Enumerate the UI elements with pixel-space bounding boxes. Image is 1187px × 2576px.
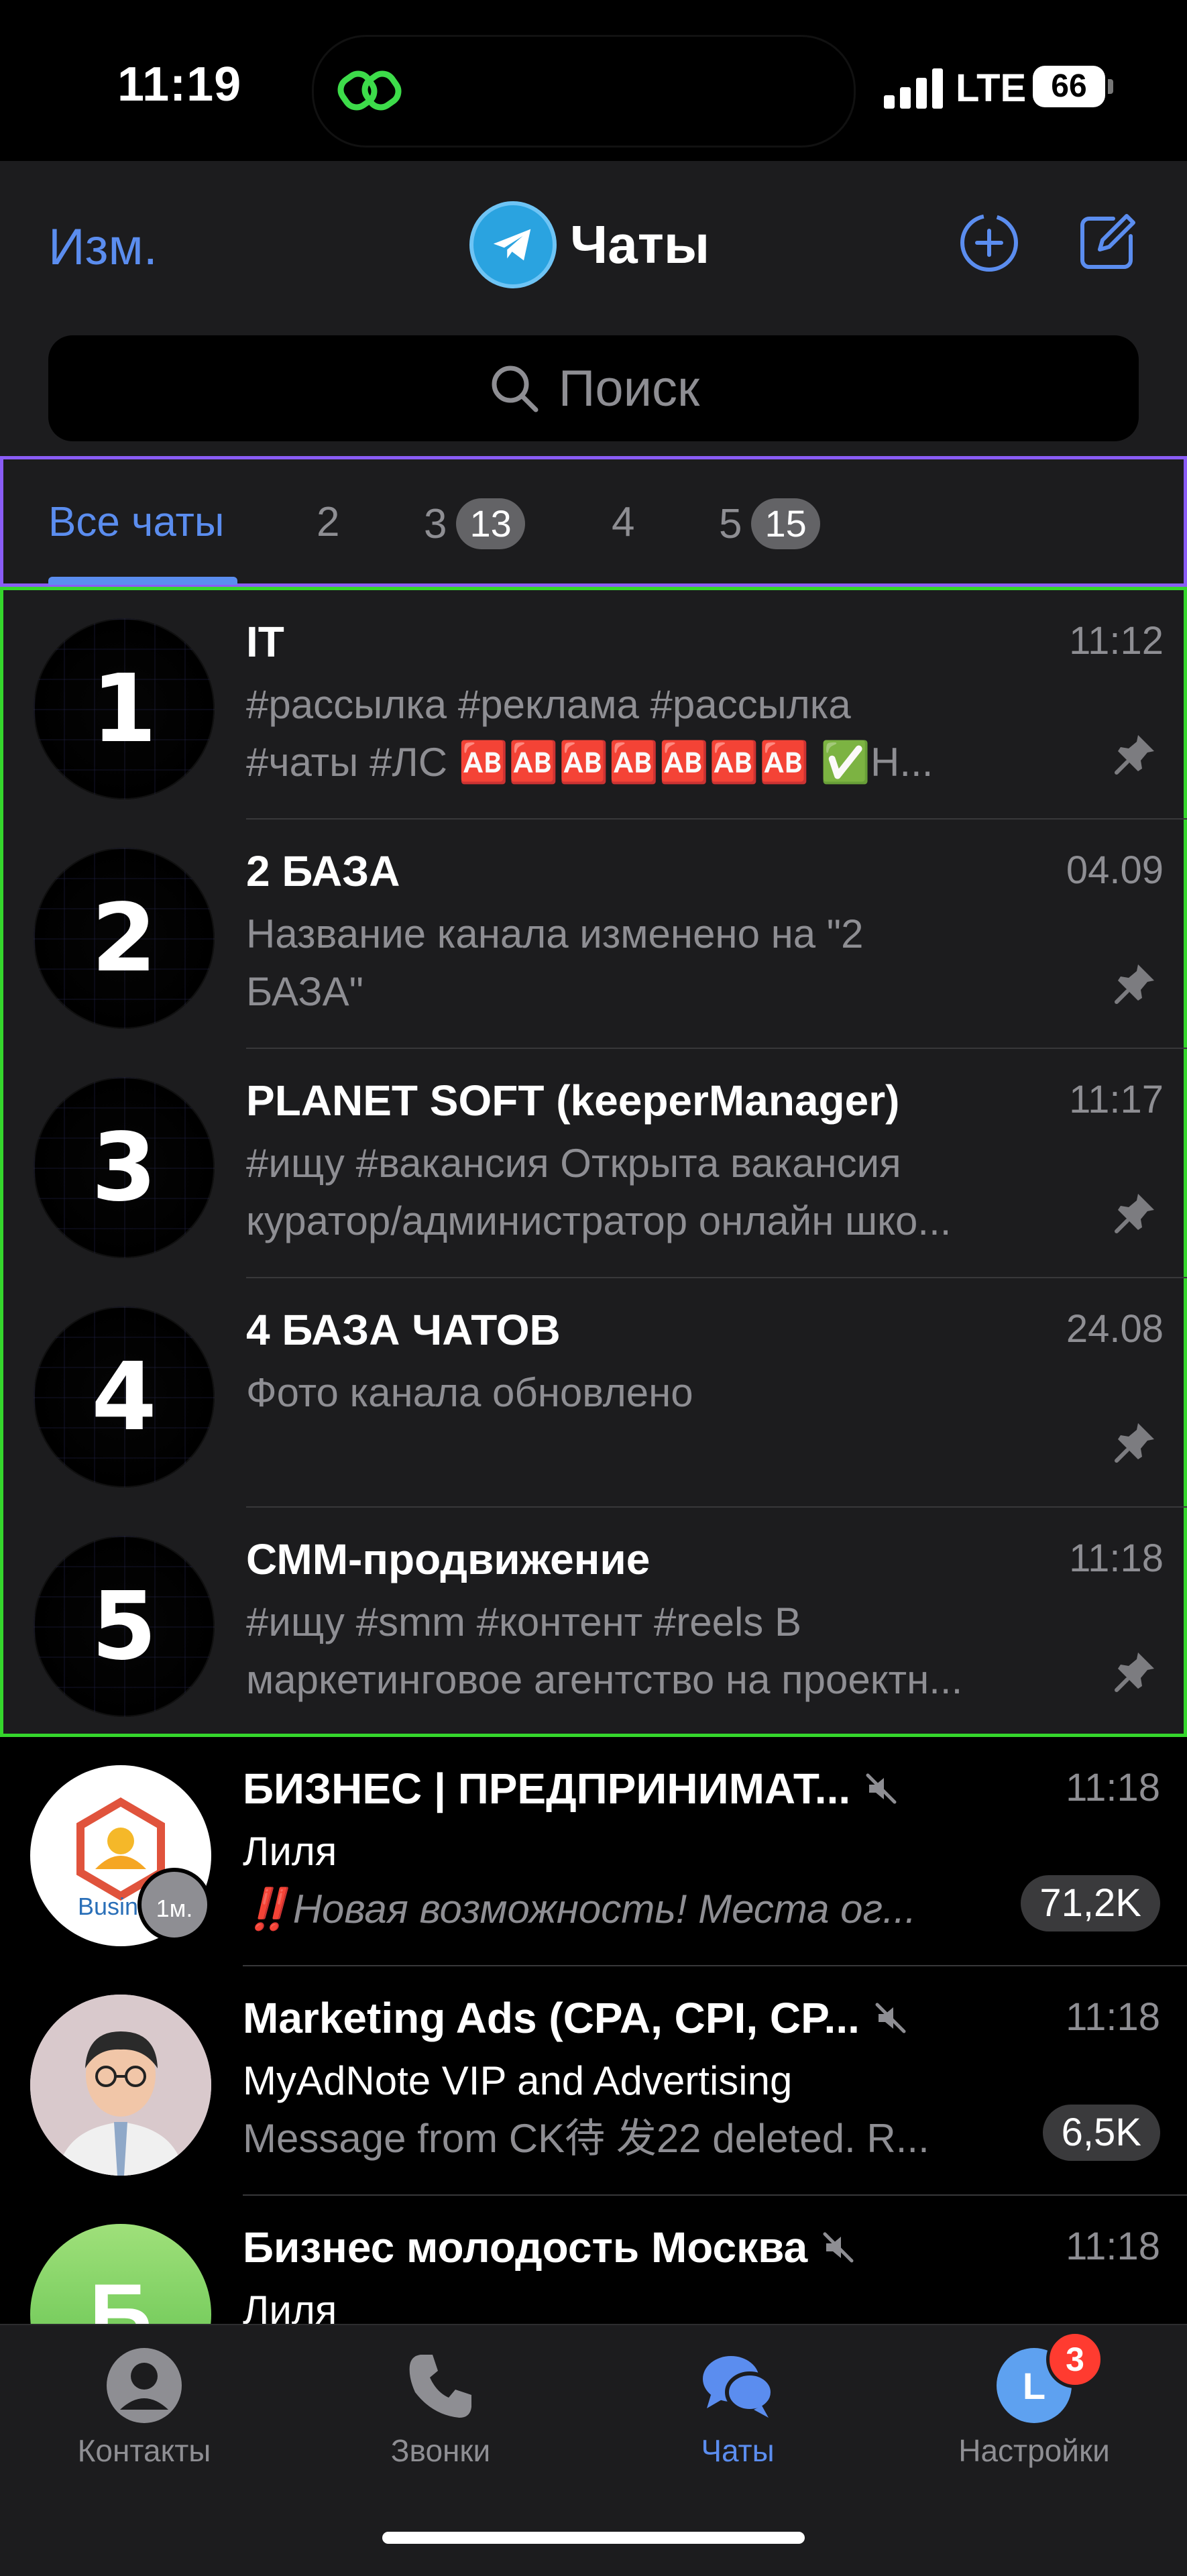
title-text: Чаты — [570, 215, 710, 274]
tab-label: 5 — [719, 500, 742, 547]
chat-row[interactable]: Busines 1м. БИЗНЕС | ПРЕДПРИНИМАТ... 11:… — [0, 1737, 1187, 1966]
link-rings-icon — [337, 70, 402, 111]
tab-calls[interactable]: Звонки — [327, 2345, 555, 2469]
tab-4[interactable]: 4 — [612, 498, 634, 546]
tab-all-chats[interactable]: Все чаты — [48, 498, 224, 546]
tab-label: Все чаты — [48, 499, 225, 545]
pin-icon — [1115, 735, 1154, 775]
tab-2[interactable]: 2 — [317, 498, 339, 546]
muted-icon — [866, 1773, 897, 1804]
chat-time: 11:12 — [1069, 619, 1164, 663]
active-tab-indicator — [48, 577, 237, 585]
pin-icon — [1115, 1423, 1154, 1463]
chat-row-pinned[interactable]: 3 PLANET SOFT (keeperManager) 11:17 #ищу… — [3, 1049, 1187, 1278]
chat-time: 24.08 — [1066, 1307, 1164, 1351]
chat-name: 2 БАЗА — [246, 847, 400, 895]
avatar: 5 — [34, 1536, 215, 1717]
tab-label: 4 — [612, 499, 635, 545]
network-type: LTE — [956, 66, 1027, 110]
chat-name: БИЗНЕС | ПРЕДПРИНИМАТ... — [243, 1764, 900, 1813]
cell-signal-icon — [884, 67, 944, 109]
settings-badge: 3 — [1046, 2331, 1104, 2388]
avatar: 3 — [34, 1077, 215, 1258]
tab-label: 3 — [424, 500, 447, 547]
tab-5[interactable]: 5 15 — [719, 498, 820, 549]
tab-3[interactable]: 3 13 — [424, 498, 525, 549]
search-placeholder: Поиск — [558, 359, 700, 417]
chat-preview: Лиля ‼️Новая возможность! Места ог... — [243, 1829, 917, 1931]
home-indicator[interactable] — [382, 2532, 805, 2544]
chat-name: Marketing Ads (CPA, CPI, CP... — [243, 1993, 909, 2043]
chat-time: 11:18 — [1069, 1536, 1164, 1580]
pin-icon — [1115, 964, 1154, 1004]
chat-row-pinned[interactable]: 1 IT 11:12 #рассылка #реклама #рассылка #… — [3, 590, 1187, 820]
chat-time: 04.09 — [1066, 848, 1164, 892]
tab-label: Звонки — [390, 2433, 491, 2468]
chat-bubbles-icon — [703, 2356, 775, 2418]
pin-icon — [1115, 1194, 1154, 1233]
chat-preview: Фото канала обновлено — [246, 1370, 693, 1415]
avatar: 2 — [34, 848, 215, 1029]
tab-chats[interactable]: Чаты — [624, 2345, 852, 2469]
battery-level: 66 — [1033, 66, 1105, 107]
unread-count-badge: 6,5K — [1042, 2105, 1160, 2161]
pinned-chats: 1 IT 11:12 #рассылка #реклама #рассылка #… — [0, 587, 1187, 1737]
chat-preview: #ищу #вакансия Открыта вакансия куратор/а… — [246, 1141, 952, 1243]
avatar — [30, 1995, 211, 2176]
search-icon — [492, 366, 539, 412]
chat-preview: Название канала изменено на "2 БАЗА" — [246, 911, 864, 1014]
tab-label: 2 — [317, 499, 340, 545]
chat-name: PLANET SOFT (keeperManager) — [246, 1076, 900, 1125]
person-avatar-icon — [30, 1995, 211, 2176]
chat-name: 4 БАЗА ЧАТОВ — [246, 1306, 561, 1354]
chat-time: 11:17 — [1069, 1078, 1164, 1121]
search-input[interactable]: Поиск — [48, 335, 1139, 441]
tab-settings[interactable]: L Настройки — [920, 2345, 1148, 2469]
new-story-icon[interactable] — [956, 209, 1023, 276]
chat-name: IT — [246, 618, 284, 666]
chat-time: 11:18 — [1066, 2225, 1160, 2268]
unread-badge: 13 — [456, 498, 525, 549]
chat-preview: MyAdNote VIP and Advertising Message fro… — [243, 2058, 929, 2161]
chat-time: 11:18 — [1066, 1995, 1160, 2039]
muted-icon — [823, 2232, 854, 2263]
chat-name: СММ-продвижение — [246, 1535, 651, 1583]
contacts-icon — [107, 2348, 182, 2423]
battery-tip — [1108, 79, 1113, 94]
chat-preview: #ищу #smm #контент #reels Вмаркетинговое… — [246, 1600, 963, 1702]
tab-contacts[interactable]: Контакты — [30, 2345, 258, 2469]
status-time: 11:19 — [117, 58, 242, 111]
avatar: 1 — [34, 618, 215, 799]
pin-icon — [1115, 1653, 1154, 1692]
tab-label: Настройки — [958, 2433, 1110, 2468]
unread-badge: 15 — [751, 498, 820, 549]
tab-label: Контакты — [77, 2433, 211, 2468]
timer-badge: 1м. — [137, 1868, 211, 1942]
chat-row[interactable]: Marketing Ads (CPA, CPI, CP... 11:18 MyA… — [0, 1966, 1187, 2196]
page-title: Чаты — [469, 201, 710, 288]
edit-button[interactable]: Изм. — [48, 218, 158, 276]
chat-row-pinned[interactable]: 4 4 БАЗА ЧАТОВ 24.08 Фото канала обновле… — [3, 1278, 1187, 1508]
compose-icon[interactable] — [1073, 209, 1140, 276]
phone-icon — [409, 2355, 471, 2418]
avatar: 4 — [34, 1306, 215, 1488]
chat-time: 11:18 — [1066, 1766, 1160, 1809]
unread-count-badge: 71,2K — [1021, 1875, 1160, 1931]
svg-text:L: L — [1023, 2365, 1045, 2407]
muted-icon — [875, 2003, 906, 2033]
chat-preview: #рассылка #реклама #рассылка #чаты #ЛС 🆎🆎… — [246, 682, 934, 785]
chat-row-pinned[interactable]: 5 СММ-продвижение 11:18 #ищу #smm #конте… — [3, 1508, 1187, 1737]
folder-tabs: Все чаты 2 3 13 4 5 15 — [0, 456, 1187, 587]
chat-row-pinned[interactable]: 2 2 БАЗА 04.09 Название канала изменено … — [3, 820, 1187, 1049]
tab-label: Чаты — [701, 2433, 775, 2468]
telegram-logo-icon — [469, 201, 557, 288]
chat-name: Бизнес молодость Москва — [243, 2223, 857, 2272]
